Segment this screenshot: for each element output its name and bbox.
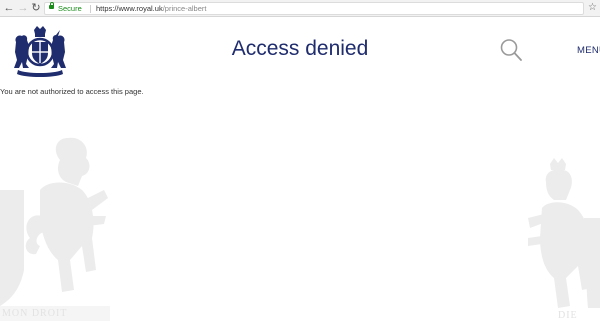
royal-crest-logo[interactable] xyxy=(10,24,70,80)
search-icon[interactable] xyxy=(500,38,522,62)
watermark-motto-right: DIE xyxy=(558,310,578,321)
url-host: https://www.royal.uk xyxy=(96,4,163,13)
url-path: /prince-albert xyxy=(162,4,207,13)
secure-label: Secure xyxy=(58,4,82,13)
browser-toolbar: ← → ↻ Secure https://www.royal.uk/prince… xyxy=(0,0,600,17)
crowned-lion-watermark-icon: DIE xyxy=(528,158,600,321)
bookmark-star-icon[interactable]: ☆ xyxy=(588,2,597,14)
forward-arrow-icon[interactable]: → xyxy=(17,2,29,14)
watermark-motto-left: MON DROIT xyxy=(2,308,67,319)
url-text[interactable]: https://www.royal.uk/prince-albert xyxy=(96,3,206,14)
lock-icon xyxy=(49,2,54,9)
menu-button[interactable]: MENU xyxy=(577,45,600,56)
address-bar[interactable]: Secure https://www.royal.uk/prince-alber… xyxy=(44,2,584,15)
back-arrow-icon[interactable]: ← xyxy=(3,2,15,14)
page-title: Access denied xyxy=(231,37,369,60)
access-denied-message: You are not authorized to access this pa… xyxy=(0,87,144,96)
reload-icon[interactable]: ↻ xyxy=(30,2,42,14)
address-divider xyxy=(90,5,91,13)
lion-watermark-icon: MON DROIT xyxy=(0,137,110,321)
